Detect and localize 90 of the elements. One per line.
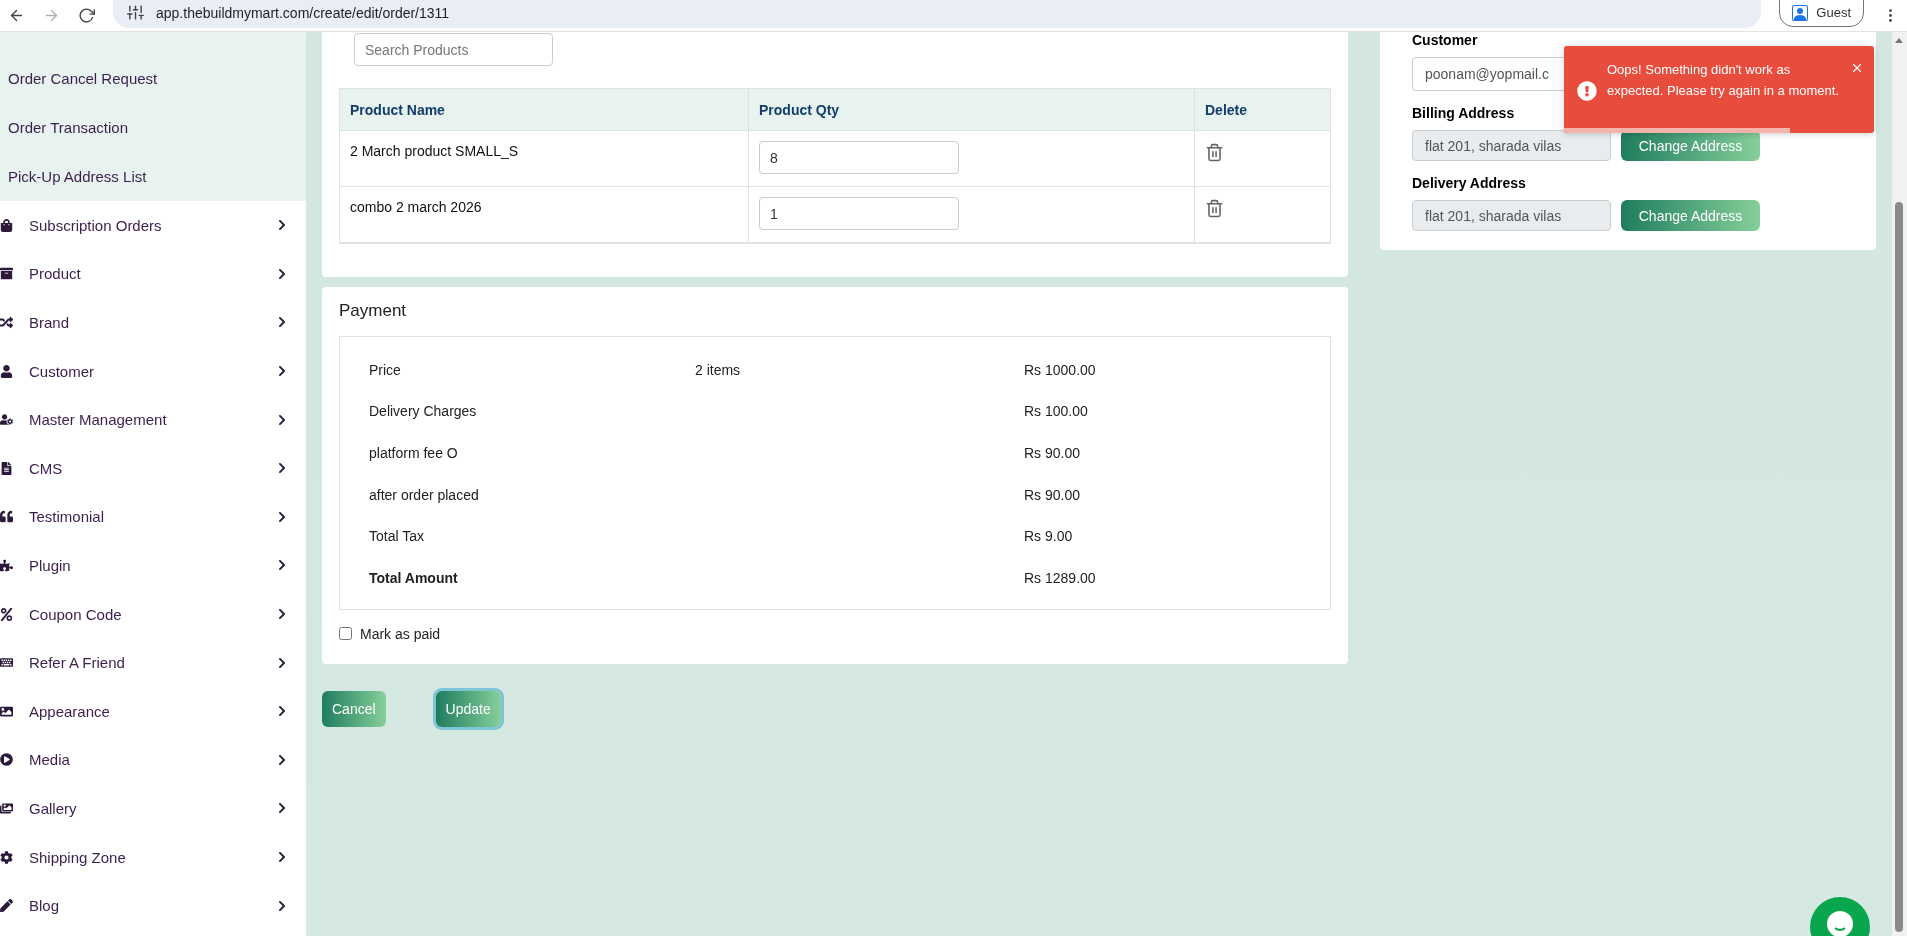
- images-icon: [0, 801, 13, 815]
- change-address-button[interactable]: Change Address: [1621, 200, 1760, 231]
- field-label: Delivery Address: [1412, 175, 1527, 191]
- chevron-icon: [276, 802, 288, 815]
- chevron-icon: [276, 316, 288, 329]
- sidebar-item[interactable]: Gallery: [0, 784, 306, 833]
- sidebar-item[interactable]: Testimonial: [0, 492, 306, 542]
- paid-checkbox[interactable]: [339, 627, 352, 641]
- chevron-icon: [276, 462, 288, 475]
- submenu-item[interactable]: Pick-Up Address List: [0, 152, 306, 201]
- table-cell: 2 March product SMALL_S: [340, 131, 749, 187]
- pen-icon: [0, 899, 13, 913]
- sidebar-item[interactable]: Refer A Friend: [0, 638, 306, 687]
- field-label: Customer: [1412, 32, 1479, 48]
- sidebar-item[interactable]: CMS: [0, 443, 306, 493]
- shuffle-icon: [0, 316, 13, 329]
- close-icon[interactable]: [1850, 61, 1864, 75]
- address-field[interactable]: flat 201, sharada vilas: [1412, 130, 1611, 161]
- reload-icon[interactable]: [78, 7, 95, 24]
- sidebar-item[interactable]: Customer: [0, 346, 306, 396]
- charge-amount: Rs 90.00: [1024, 486, 1082, 503]
- charge-amount: Rs 100.00: [1024, 403, 1089, 420]
- chevron-icon: [276, 899, 288, 912]
- sidebar-item[interactable]: Plugin: [0, 541, 306, 590]
- scrollbar[interactable]: [1892, 32, 1907, 936]
- box-icon: [0, 267, 13, 281]
- sidebar-item[interactable]: Brand: [0, 298, 306, 347]
- submenu-item[interactable]: Order Transaction: [0, 103, 306, 152]
- alert-icon: [1577, 81, 1597, 101]
- sidebar-item[interactable]: Appearance: [0, 686, 306, 736]
- document-icon: [0, 461, 13, 475]
- person-icon: [1792, 4, 1809, 21]
- charge-amount: Rs 9.00: [1024, 528, 1074, 545]
- checkbox-label: Mark as paid: [360, 625, 441, 642]
- sidebar-item[interactable]: Coupon Code: [0, 589, 306, 639]
- address-bar[interactable]: app.thebuildmymart.com/create/edit/order/1311: [113, 0, 1762, 28]
- sidebar-item[interactable]: Product: [0, 249, 306, 299]
- chevron-icon: [276, 219, 288, 232]
- chevron-icon: [276, 608, 288, 621]
- user-gear-icon: [0, 413, 13, 427]
- column-header: Product Qty: [749, 89, 1195, 131]
- chat-icon: [1826, 911, 1854, 936]
- qty-field[interactable]: 1: [759, 197, 959, 230]
- sliders-icon[interactable]: [127, 4, 144, 21]
- charge-label: Total Tax: [369, 528, 425, 545]
- play-icon: [0, 753, 13, 767]
- charge-amount: Rs 1000.00: [1024, 361, 1097, 378]
- column-header: Product Name: [340, 89, 749, 131]
- sidebar-item[interactable]: Shipping Zone: [0, 832, 306, 882]
- section-title: Payment: [339, 301, 408, 321]
- chevron-icon: [276, 753, 288, 766]
- chevron-icon: [276, 559, 288, 572]
- charge-label: Delivery Charges: [369, 403, 478, 420]
- chevron-icon: [276, 413, 288, 426]
- search-field[interactable]: Search Products: [354, 33, 553, 66]
- puzzle-icon: [0, 558, 13, 572]
- qty-field[interactable]: 8: [759, 141, 959, 174]
- back-icon[interactable]: [8, 7, 25, 24]
- field-label: Billing Address: [1412, 105, 1516, 121]
- charge-label: Total Amount: [369, 569, 459, 586]
- column-header: Delete: [1195, 89, 1330, 131]
- chevron-icon: [276, 365, 288, 378]
- user-icon: [0, 364, 13, 378]
- percent-icon: [0, 607, 13, 621]
- charge-label: Price: [369, 361, 402, 378]
- keyboard-icon: [0, 656, 13, 670]
- charge-amount: Rs 1289.00: [1024, 569, 1097, 586]
- quote-icon: [0, 510, 13, 524]
- gear-icon: [0, 850, 13, 864]
- chevron-icon: [276, 267, 288, 280]
- table-cell: combo 2 march 2026: [340, 187, 749, 243]
- address-field[interactable]: flat 201, sharada vilas: [1412, 200, 1611, 231]
- bag-icon: [0, 218, 13, 232]
- profile-button[interactable]: Guest: [1779, 0, 1864, 27]
- charge-label: after order placed: [369, 486, 480, 503]
- charge-label: platform fee O: [369, 445, 459, 461]
- sidebar-item[interactable]: Media: [0, 735, 306, 785]
- chevron-icon: [276, 510, 288, 523]
- sidebar-item[interactable]: Subscription Orders: [0, 201, 306, 250]
- sidebar-item[interactable]: Blog: [0, 881, 306, 930]
- chevron-icon: [276, 656, 288, 669]
- charge-amount: Rs 90.00: [1024, 445, 1082, 461]
- image-icon: [0, 704, 13, 718]
- chevron-icon: [276, 851, 288, 863]
- submenu-item[interactable]: Order Cancel Request: [0, 54, 306, 103]
- chevron-icon: [276, 705, 288, 718]
- trash-icon[interactable]: [1205, 143, 1224, 162]
- sidebar-item[interactable]: Master Management: [0, 395, 306, 444]
- item-count: 2 items: [695, 361, 741, 378]
- trash-icon[interactable]: [1205, 199, 1224, 218]
